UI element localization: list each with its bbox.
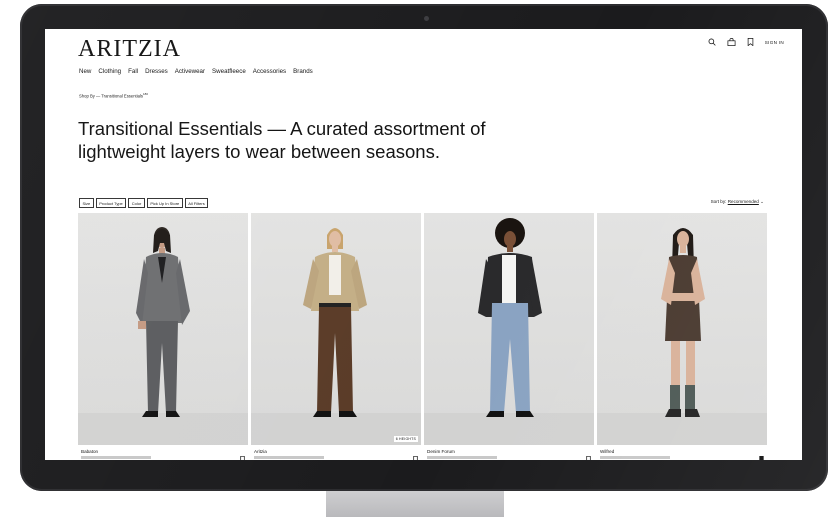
filter-pickup-button[interactable]: Pick Up In Store	[146, 198, 183, 208]
sort-control[interactable]: Sort by: Recommended ⌄	[711, 199, 764, 205]
product-name-placeholder	[600, 456, 670, 459]
nav-item-new[interactable]: New	[79, 68, 91, 75]
sort-value[interactable]: Recommended	[728, 199, 759, 204]
nav-item-dresses[interactable]: Dresses	[145, 68, 168, 75]
product-name-placeholder	[81, 456, 151, 459]
filter-product-type-button[interactable]: Product Type	[95, 198, 127, 208]
main-nav: New Clothing Fall Dresses Activewear Swe…	[79, 68, 313, 75]
nav-item-accessories[interactable]: Accessories	[253, 68, 286, 75]
heights-badge: 6 HEIGHTS	[393, 436, 418, 442]
breadcrumb: Shop By — Transitional Essentials180	[79, 92, 148, 98]
product-image[interactable]	[78, 213, 248, 445]
page-title: Transitional Essentials — A curated asso…	[78, 118, 486, 162]
all-filters-button[interactable]: All Filters	[184, 198, 209, 208]
model-figure	[78, 227, 248, 445]
bag-icon[interactable]	[727, 38, 736, 46]
product-brand[interactable]: Babaton	[81, 449, 98, 454]
nav-item-sweatfleece[interactable]: Sweatfleece	[212, 68, 246, 75]
bookmark-icon[interactable]	[747, 38, 754, 46]
product-card[interactable]: Denim Forum	[424, 213, 594, 460]
product-grid: Babaton 6 HEIGHTS Aritzia Denim Forum Wi…	[78, 213, 767, 460]
bookmark-icon[interactable]	[586, 449, 591, 460]
product-card[interactable]: Babaton	[78, 213, 248, 460]
bookmark-icon[interactable]	[413, 449, 418, 460]
header-actions: SIGN IN	[708, 38, 784, 46]
model-figure	[251, 228, 421, 445]
nav-item-fall[interactable]: Fall	[128, 68, 138, 75]
model-figure	[424, 218, 594, 445]
product-name-placeholder	[254, 456, 324, 459]
bookmark-icon[interactable]	[759, 449, 764, 460]
search-icon[interactable]	[708, 38, 716, 46]
browser-screen: ARITZIA New Clothing Fall Dresses Active…	[45, 29, 802, 460]
chevron-down-icon: ⌄	[760, 199, 764, 204]
product-card[interactable]: 6 HEIGHTS Aritzia	[251, 213, 421, 460]
product-brand[interactable]: Wilfred	[600, 449, 614, 454]
filter-color-button[interactable]: Color	[128, 198, 145, 208]
product-brand[interactable]: Denim Forum	[427, 449, 455, 454]
brand-logo[interactable]: ARITZIA	[78, 36, 181, 63]
nav-item-activewear[interactable]: Activewear	[175, 68, 205, 75]
result-count: 180	[143, 92, 149, 96]
product-card[interactable]: Wilfred	[597, 213, 767, 460]
nav-item-clothing[interactable]: Clothing	[98, 68, 121, 75]
bookmark-icon[interactable]	[240, 449, 245, 460]
product-name-placeholder	[427, 456, 497, 459]
model-figure	[597, 228, 767, 445]
sign-in-link[interactable]: SIGN IN	[765, 40, 784, 45]
breadcrumb-text[interactable]: Shop By — Transitional Essentials	[79, 93, 143, 98]
product-brand[interactable]: Aritzia	[254, 449, 267, 454]
filter-bar: Size Product Type Color Pick Up In Store…	[79, 198, 209, 208]
sort-label: Sort by:	[710, 199, 727, 204]
product-image[interactable]	[424, 213, 594, 445]
product-image[interactable]	[597, 213, 767, 445]
display-mockup: ARITZIA New Clothing Fall Dresses Active…	[0, 0, 831, 517]
filter-size-button[interactable]: Size	[79, 198, 94, 208]
webcam	[424, 16, 429, 21]
nav-item-brands[interactable]: Brands	[293, 68, 313, 75]
product-image[interactable]: 6 HEIGHTS	[251, 213, 421, 445]
